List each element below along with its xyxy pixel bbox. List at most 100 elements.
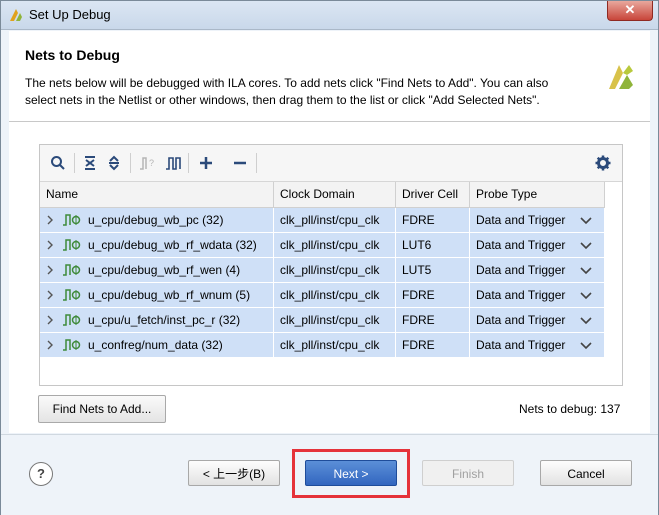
cell-probe-type-text: Data and Trigger (476, 313, 566, 327)
close-button[interactable]: ✕ (607, 1, 653, 21)
cell-driver-cell: FDRE (396, 283, 470, 307)
cell-probe-type[interactable]: Data and Trigger (470, 208, 605, 232)
title-bar: Set Up Debug ✕ (1, 1, 658, 30)
settings-icon[interactable] (593, 153, 613, 173)
expand-arrow-icon[interactable] (46, 290, 54, 300)
cell-probe-type-text: Data and Trigger (476, 288, 566, 302)
net-name: u_cpu/u_fetch/inst_pc_r (32) (88, 313, 241, 327)
expand-arrow-icon[interactable] (46, 340, 54, 350)
column-header-driver-cell[interactable]: Driver Cell (396, 182, 470, 207)
cell-driver-cell: FDRE (396, 208, 470, 232)
cell-probe-type[interactable]: Data and Trigger (470, 283, 605, 307)
nets-count: Nets to debug: 137 (519, 402, 621, 416)
chevron-down-icon[interactable] (580, 240, 592, 250)
next-button[interactable]: Next > (305, 460, 397, 486)
cell-name: u_cpu/debug_wb_pc (32) (40, 208, 274, 232)
find-nets-button[interactable]: Find Nets to Add... (38, 395, 166, 423)
cell-name: u_confreg/num_data (32) (40, 333, 274, 357)
toolbar-separator (130, 153, 131, 173)
expand-all-icon[interactable] (104, 153, 124, 173)
bus-net-icon (63, 314, 81, 326)
table-row[interactable]: u_cpu/debug_wb_rf_wen (4) clk_pll/inst/cp… (40, 258, 605, 283)
cell-probe-type-text: Data and Trigger (476, 263, 566, 277)
nets-panel: ? Name Clock Domain Driver Cell Probe Ty… (39, 144, 623, 386)
bus-net-icon (63, 289, 81, 301)
cell-driver-cell: LUT6 (396, 233, 470, 257)
bus-net-icon (63, 339, 81, 351)
toolbar-separator (188, 153, 189, 173)
cell-clock-domain-text: clk_pll/inst/cpu_clk (280, 238, 380, 252)
cell-name: u_cpu/u_fetch/inst_pc_r (32) (40, 308, 274, 332)
svg-text:?: ? (149, 158, 154, 168)
finish-button: Finish (422, 460, 514, 486)
table-row[interactable]: u_cpu/debug_wb_rf_wnum (5) clk_pll/inst/c… (40, 283, 605, 308)
cell-clock-domain-text: clk_pll/inst/cpu_clk (280, 288, 380, 302)
cell-probe-type[interactable]: Data and Trigger (470, 258, 605, 282)
chevron-down-icon[interactable] (580, 265, 592, 275)
cell-name: u_cpu/debug_wb_rf_wnum (5) (40, 283, 274, 307)
cell-clock-domain: clk_pll/inst/cpu_clk (274, 283, 396, 307)
cell-driver-cell-text: FDRE (402, 338, 435, 352)
net-name: u_cpu/debug_wb_pc (32) (88, 213, 224, 227)
cell-probe-type-text: Data and Trigger (476, 213, 566, 227)
waveform-icon[interactable] (164, 153, 184, 173)
cell-probe-type[interactable]: Data and Trigger (470, 333, 605, 357)
cell-driver-cell-text: FDRE (402, 313, 435, 327)
toolbar-separator (74, 153, 75, 173)
cell-driver-cell: FDRE (396, 333, 470, 357)
cell-probe-type-text: Data and Trigger (476, 238, 566, 252)
cell-probe-type[interactable]: Data and Trigger (470, 233, 605, 257)
column-header-clock-domain[interactable]: Clock Domain (274, 182, 396, 207)
content-area: ? Name Clock Domain Driver Cell Probe Ty… (9, 122, 650, 433)
cancel-button[interactable]: Cancel (540, 460, 632, 486)
search-icon[interactable] (48, 153, 68, 173)
add-icon[interactable] (196, 153, 216, 173)
cell-name: u_cpu/debug_wb_rf_wen (4) (40, 258, 274, 282)
table-row[interactable]: u_cpu/debug_wb_pc (32) clk_pll/inst/cpu_c… (40, 208, 605, 233)
expand-arrow-icon[interactable] (46, 265, 54, 275)
net-name: u_cpu/debug_wb_rf_wdata (32) (88, 238, 257, 252)
collapse-all-icon[interactable] (80, 153, 100, 173)
bus-net-icon (63, 264, 81, 276)
cell-driver-cell-text: FDRE (402, 288, 435, 302)
net-name: u_cpu/debug_wb_rf_wnum (5) (88, 288, 251, 302)
table-row[interactable]: u_cpu/u_fetch/inst_pc_r (32) clk_pll/inst… (40, 308, 605, 333)
table-header: Name Clock Domain Driver Cell Probe Type (40, 182, 605, 208)
chevron-down-icon[interactable] (580, 290, 592, 300)
window-title: Set Up Debug (29, 7, 111, 22)
wizard-footer: ? < 上一步(B) Next > Finish Cancel (1, 434, 658, 515)
expand-arrow-icon[interactable] (46, 215, 54, 225)
cell-clock-domain-text: clk_pll/inst/cpu_clk (280, 263, 380, 277)
cell-clock-domain: clk_pll/inst/cpu_clk (274, 333, 396, 357)
wizard-header: Nets to Debug The nets below will be deb… (9, 31, 650, 122)
table-row[interactable]: u_confreg/num_data (32) clk_pll/inst/cpu_… (40, 333, 605, 358)
vivado-app-icon (10, 9, 22, 21)
toolbar-separator (256, 153, 257, 173)
cell-clock-domain-text: clk_pll/inst/cpu_clk (280, 338, 380, 352)
cell-driver-cell: FDRE (396, 308, 470, 332)
expand-arrow-icon[interactable] (46, 240, 54, 250)
chevron-down-icon[interactable] (580, 340, 592, 350)
cell-driver-cell-text: LUT6 (402, 238, 432, 252)
net-name: u_confreg/num_data (32) (88, 338, 223, 352)
cell-probe-type[interactable]: Data and Trigger (470, 308, 605, 332)
remove-icon[interactable] (230, 153, 250, 173)
column-header-probe-type[interactable]: Probe Type (470, 182, 605, 207)
page-description: The nets below will be debugged with ILA… (25, 76, 549, 107)
column-header-name[interactable]: Name (40, 182, 274, 207)
table-row[interactable]: u_cpu/debug_wb_rf_wdata (32) clk_pll/inst… (40, 233, 605, 258)
chevron-down-icon[interactable] (580, 215, 592, 225)
help-icon[interactable]: ? (29, 462, 53, 486)
cell-name: u_cpu/debug_wb_rf_wdata (32) (40, 233, 274, 257)
nets-toolbar: ? (40, 145, 622, 182)
cell-clock-domain: clk_pll/inst/cpu_clk (274, 258, 396, 282)
expand-arrow-icon[interactable] (46, 315, 54, 325)
cell-clock-domain: clk_pll/inst/cpu_clk (274, 308, 396, 332)
page-title: Nets to Debug (25, 47, 120, 63)
cell-driver-cell-text: FDRE (402, 213, 435, 227)
back-button[interactable]: < 上一步(B) (188, 460, 280, 486)
cell-driver-cell: LUT5 (396, 258, 470, 282)
chevron-down-icon[interactable] (580, 315, 592, 325)
bus-net-icon (63, 214, 81, 226)
vivado-logo-icon (609, 65, 633, 89)
